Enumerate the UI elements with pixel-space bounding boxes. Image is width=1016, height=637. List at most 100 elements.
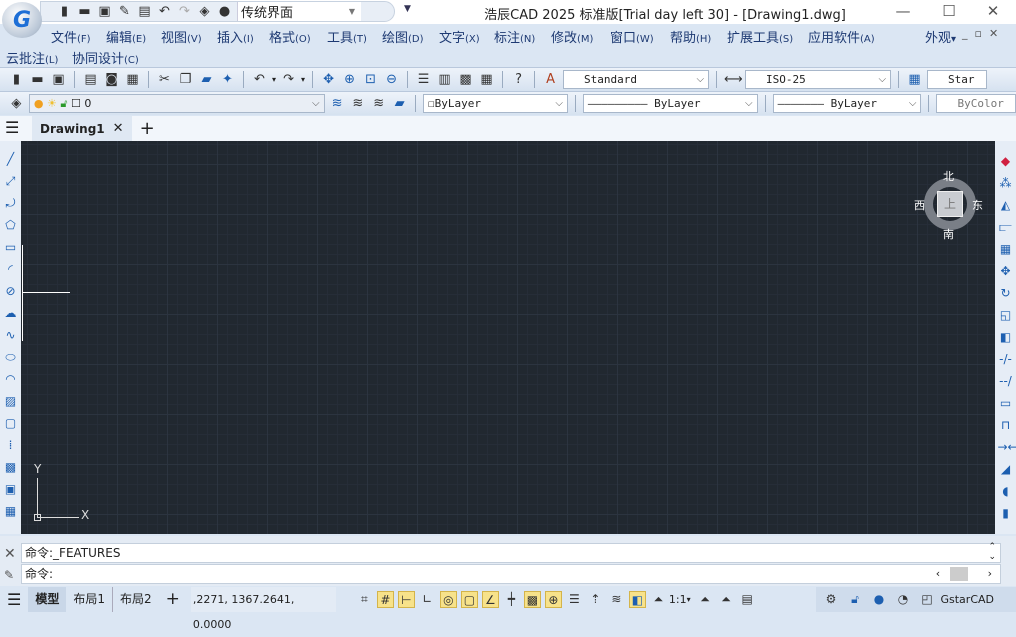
menu-applications[interactable]: 应用软件(A)	[808, 27, 875, 46]
properties-icon[interactable]: ☰	[415, 71, 432, 88]
menu-modify[interactable]: 修改(M)	[551, 27, 593, 46]
close-tab-icon[interactable]: ✕	[113, 121, 124, 136]
print-preview-icon[interactable]: ◙	[103, 71, 120, 88]
viewcube-north[interactable]: 北	[943, 168, 954, 184]
redo-icon[interactable]: ↷	[177, 4, 192, 19]
status-menu-icon[interactable]: ☰	[0, 590, 28, 609]
redo-icon[interactable]: ↷	[280, 71, 297, 88]
mirror-icon[interactable]: ◭	[998, 197, 1014, 214]
minimize-button[interactable]: —	[880, 0, 926, 24]
break-icon[interactable]: ▭	[998, 395, 1014, 412]
viewcube-east[interactable]: 东	[972, 197, 983, 213]
menu-window[interactable]: 窗口(W)	[610, 27, 654, 46]
print-icon[interactable]: ▤	[82, 71, 99, 88]
menu-dimension[interactable]: 标注(N)	[494, 27, 535, 46]
new-icon[interactable]: ▮	[57, 4, 72, 19]
isolate-icon[interactable]: ●	[870, 591, 887, 608]
line-icon[interactable]: ╱	[3, 151, 19, 168]
new-tab-button[interactable]: +	[140, 118, 155, 139]
paste-icon[interactable]: ▰	[198, 71, 215, 88]
snap-icon[interactable]: ⌗	[356, 591, 373, 608]
pan-icon[interactable]: ✥	[320, 71, 337, 88]
extend-icon[interactable]: --/	[998, 373, 1014, 390]
table-style-select[interactable]: Star	[927, 70, 988, 89]
layer-manager-icon[interactable]: ◈	[8, 95, 25, 112]
trim-icon[interactable]: -/-	[998, 351, 1014, 368]
ortho-icon[interactable]: ⊢	[397, 591, 415, 608]
rotate-icon[interactable]: ↻	[998, 285, 1014, 302]
polar-icon[interactable]: ∟	[419, 591, 436, 608]
menu-view[interactable]: 视图(V)	[161, 27, 202, 46]
zoom-realtime-icon[interactable]: ⊕	[341, 71, 358, 88]
ellipse-icon[interactable]: ⬭	[3, 349, 19, 366]
revcloud-icon[interactable]: ☁	[3, 305, 19, 322]
copy-icon[interactable]: ❐	[177, 71, 194, 88]
menu-insert[interactable]: 插入(I)	[217, 27, 254, 46]
tool-palette-icon[interactable]: ▩	[457, 71, 474, 88]
table-icon[interactable]: ▦	[3, 503, 19, 520]
menu-collaboration[interactable]: 协同设计(C)	[72, 48, 139, 67]
chamfer-icon[interactable]: ◢	[998, 461, 1014, 478]
plot-icon[interactable]: ▦	[124, 71, 141, 88]
workspace-select[interactable]: 传统界面 ▼	[237, 2, 361, 21]
copy-object-icon[interactable]: ⁂	[998, 175, 1014, 192]
maximize-button[interactable]: ☐	[926, 0, 972, 24]
save-icon[interactable]: ▣	[97, 4, 112, 19]
annotation-scale[interactable]: 1:1	[669, 593, 687, 606]
point-icon[interactable]: ⁞	[3, 437, 19, 454]
dim-style-icon[interactable]: ⟷	[724, 71, 743, 88]
doc-window-controls[interactable]: _ ▫ ✕	[962, 27, 998, 40]
match-properties-icon[interactable]: ✦	[219, 71, 236, 88]
annotation-visibility-icon[interactable]: ◧	[628, 591, 646, 608]
menu-extensions[interactable]: 扩展工具(S)	[727, 27, 793, 46]
command-input[interactable]: 命令: ‹ ›	[21, 564, 1001, 584]
appearance-menu[interactable]: 外观▾	[925, 27, 956, 46]
layer-match-icon[interactable]: ▰	[391, 95, 408, 112]
offset-icon[interactable]: ⫍	[998, 219, 1014, 236]
rectangle-icon[interactable]: ▭	[3, 239, 19, 256]
undo-icon[interactable]: ↶	[251, 71, 268, 88]
menu-cloud-annotation[interactable]: 云批注(L)	[6, 48, 58, 67]
text-style-select[interactable]: Standard ⌵	[563, 70, 710, 89]
tab-drawing1[interactable]: Drawing1 ✕	[32, 116, 132, 141]
menu-edit[interactable]: 编辑(E)	[106, 27, 146, 46]
scale-icon[interactable]: ◱	[998, 307, 1014, 324]
menu-help[interactable]: 帮助(H)	[670, 27, 711, 46]
open-icon[interactable]: ▬	[29, 71, 46, 88]
close-button[interactable]: ✕	[970, 0, 1016, 24]
settings-icon[interactable]: ⚙	[822, 591, 839, 608]
tab-layout2[interactable]: 布局2	[112, 587, 159, 612]
region-icon[interactable]: ▣	[3, 481, 19, 498]
save-icon[interactable]: ▣	[50, 71, 67, 88]
print-icon[interactable]: ▤	[137, 4, 152, 19]
ellipse-arc-icon[interactable]: ◠	[3, 371, 19, 388]
tab-layout1[interactable]: 布局1	[66, 587, 112, 612]
quick-properties-icon[interactable]: ▤	[739, 591, 756, 608]
tab-model[interactable]: 模型	[28, 587, 67, 612]
move-icon[interactable]: ✥	[998, 263, 1014, 280]
calculator-icon[interactable]: ▦	[478, 71, 495, 88]
osnap-icon[interactable]: ◎	[439, 591, 457, 608]
viewcube-west[interactable]: 西	[914, 197, 925, 213]
coordinates-readout[interactable]: ,2271, 1367.2641, 0.0000	[190, 587, 336, 631]
cut-icon[interactable]: ✂	[156, 71, 173, 88]
circle-icon[interactable]: ⊘	[3, 283, 19, 300]
comment-icon[interactable]: ●	[217, 4, 232, 19]
help-icon[interactable]: ?	[510, 71, 527, 88]
layers-icon[interactable]: ◈	[197, 4, 212, 19]
lineweight-select[interactable]: ——————— ByLayer ⌵	[772, 94, 922, 113]
menu-format[interactable]: 格式(O)	[269, 27, 311, 46]
make-block-icon[interactable]: ▢	[3, 415, 19, 432]
menu-file[interactable]: 文件(F)	[51, 27, 91, 46]
stretch-icon[interactable]: ◧	[998, 329, 1014, 346]
zoom-previous-icon[interactable]: ⊖	[383, 71, 400, 88]
plotstyle-select[interactable]: ByColor	[936, 94, 1016, 113]
explode-icon[interactable]: ▮	[998, 505, 1014, 522]
fillet-icon[interactable]: ◖	[998, 483, 1014, 500]
text-style-icon[interactable]: A	[542, 71, 559, 88]
zoom-window-icon[interactable]: ⊡	[362, 71, 379, 88]
transparency-icon[interactable]: ☰	[566, 591, 583, 608]
erase-icon[interactable]: ◆	[998, 153, 1014, 170]
spline-icon[interactable]: ∿	[3, 327, 19, 344]
menu-tools[interactable]: 工具(T)	[327, 27, 367, 46]
